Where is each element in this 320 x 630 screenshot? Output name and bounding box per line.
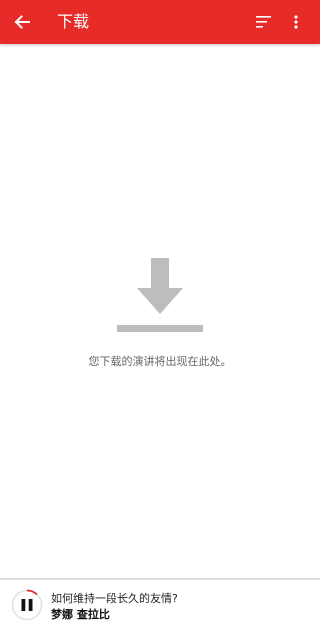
empty-state: 您下载的演讲将出现在此处。 (0, 258, 320, 378)
mini-player[interactable]: 如何维持一段长久的友情? 梦娜 查拉比 (0, 578, 320, 630)
pause-button[interactable] (11, 589, 43, 621)
more-options-button[interactable] (286, 8, 306, 36)
more-vertical-icon (294, 15, 298, 29)
speaker-name: 梦娜 查拉比 (51, 608, 110, 621)
app-bar: 下载 (0, 0, 320, 44)
sort-button[interactable] (252, 8, 276, 36)
page-title: 下载 (57, 12, 90, 31)
empty-message: 您下载的演讲将出现在此处。 (88, 355, 232, 368)
download-icon (117, 258, 203, 332)
arrow-left-icon (14, 15, 30, 29)
pause-icon (11, 589, 43, 621)
talk-title: 如何维持一段长久的友情? (51, 592, 178, 605)
back-button[interactable] (8, 8, 36, 36)
sort-icon (256, 16, 271, 28)
